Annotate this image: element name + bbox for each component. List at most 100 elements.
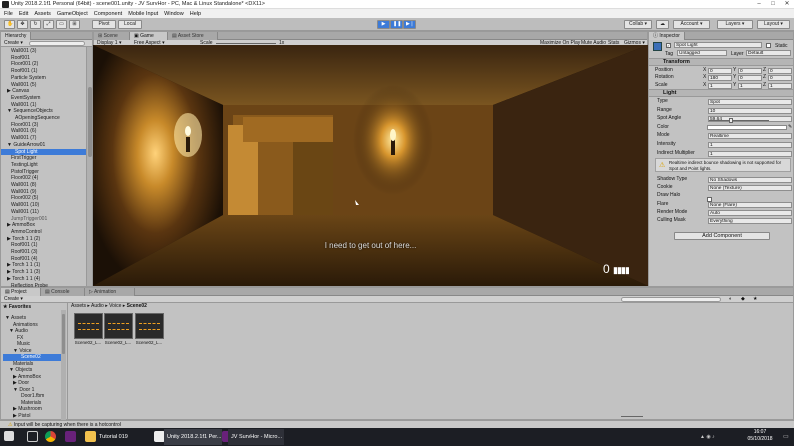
step-button[interactable]: ▶❘: [403, 20, 416, 29]
spot-angle-handle[interactable]: [729, 118, 733, 123]
play-button[interactable]: ▶: [377, 20, 390, 29]
hierarchy-item[interactable]: Wall001 (5): [1, 82, 86, 89]
hierarchy-search-input[interactable]: [29, 41, 85, 46]
tab-scene[interactable]: ⊞ Scene: [94, 32, 130, 40]
menu-window[interactable]: Window: [164, 11, 184, 17]
filter-label-icon[interactable]: ◆: [741, 296, 745, 303]
static-checkbox[interactable]: [766, 43, 771, 48]
hierarchy-item[interactable]: Wall001 (7): [1, 135, 86, 142]
hierarchy-item[interactable]: ▶ AmmoBox: [1, 222, 86, 229]
project-create-button[interactable]: Create ▾: [4, 296, 23, 302]
hierarchy-item[interactable]: ▶ Torch 1 1 (2): [1, 236, 86, 243]
audio-asset-tile[interactable]: [104, 313, 133, 339]
hierarchy-item[interactable]: Floor002 (5): [1, 195, 86, 202]
transform-z-input[interactable]: 0: [768, 68, 792, 74]
layer-dropdown[interactable]: Default: [746, 50, 791, 56]
property-value[interactable]: 1: [708, 150, 792, 157]
color-swatch[interactable]: [707, 125, 787, 130]
property-value[interactable]: Auto: [708, 209, 792, 216]
hierarchy-item[interactable]: ▶ Torch 1 1 (1): [1, 262, 86, 269]
tab-animation[interactable]: ▷ Animation: [85, 288, 135, 296]
transform-y-input[interactable]: 1: [738, 82, 762, 89]
favorite-star-icon[interactable]: ★: [753, 296, 757, 303]
color-picker-icon[interactable]: ✎: [788, 124, 792, 130]
hierarchy-scroll-thumb[interactable]: [88, 87, 92, 157]
spot-angle-slider[interactable]: [709, 120, 769, 121]
hierarchy-item[interactable]: Wall001 (10): [1, 202, 86, 209]
light-header[interactable]: Light: [649, 89, 793, 97]
hierarchy-item[interactable]: ▼ GuideArrow01: [1, 142, 86, 149]
add-component-button[interactable]: Add Component: [674, 232, 770, 240]
hierarchy-item[interactable]: ▶ Torch 1 1 (3): [1, 269, 86, 276]
hierarchy-item[interactable]: Roof001 (1): [1, 68, 86, 75]
breadcrumb-assets[interactable]: Assets: [71, 303, 86, 309]
transform-z-input[interactable]: 1: [768, 82, 792, 89]
pivot-toggle[interactable]: Pivot: [92, 20, 116, 29]
hierarchy-item[interactable]: Roof001: [1, 55, 86, 62]
hierarchy-item[interactable]: Wall001 (1): [1, 102, 86, 109]
breadcrumb-scene02[interactable]: Scene02: [127, 303, 147, 309]
rotate-tool-icon[interactable]: ↻: [30, 20, 41, 29]
hierarchy-item[interactable]: AmmoControl: [1, 229, 86, 236]
scale-slider[interactable]: [216, 43, 276, 44]
start-windows-icon[interactable]: [4, 431, 14, 441]
hierarchy-item[interactable]: Wall001 (3): [1, 48, 86, 55]
hierarchy-item[interactable]: Floor001 (3): [1, 122, 86, 129]
hierarchy-item[interactable]: Wall001 (9): [1, 189, 86, 196]
property-value[interactable]: None (Texture): [708, 185, 792, 192]
project-tree-scroll-thumb[interactable]: [62, 314, 65, 354]
account-dropdown[interactable]: Account ▾: [673, 20, 710, 29]
maximize-icon[interactable]: □: [766, 0, 780, 9]
hierarchy-item[interactable]: TestingLight: [1, 162, 86, 169]
notifications-icon[interactable]: ▭: [783, 433, 789, 440]
pause-button[interactable]: ❚❚: [390, 20, 403, 29]
filter-type-icon[interactable]: ◐: [729, 296, 732, 303]
layout-dropdown[interactable]: Layout ▾: [757, 20, 790, 29]
rect-tool-icon[interactable]: ▭: [56, 20, 67, 29]
breadcrumb-voice[interactable]: Voice: [109, 303, 121, 309]
hierarchy-item[interactable]: EventSystem: [1, 95, 86, 102]
hierarchy-item[interactable]: Floor002 (4): [1, 175, 86, 182]
property-value[interactable]: Everything: [708, 218, 792, 224]
hierarchy-item[interactable]: PistolTrigger: [1, 169, 86, 176]
transform-y-input[interactable]: 0: [738, 75, 762, 82]
file-explorer-icon[interactable]: [85, 431, 96, 442]
taskbar-item-unity[interactable]: Unity 2018.2.1f1 Per...: [164, 429, 222, 445]
tab-project[interactable]: ▤ Project: [1, 288, 41, 296]
scale-tool-icon[interactable]: ⤢: [43, 20, 54, 29]
hierarchy-item[interactable]: ▶ Torch 1 1 (4): [1, 276, 86, 283]
property-value[interactable]: Realtime: [708, 133, 792, 140]
active-checkbox[interactable]: ✓: [666, 43, 671, 48]
project-folder-item[interactable]: ▶ Pistol: [3, 413, 61, 420]
property-value[interactable]: Spot: [708, 99, 792, 105]
menu-assets[interactable]: Assets: [34, 11, 51, 17]
move-tool-icon[interactable]: ✥: [17, 20, 28, 29]
transform-x-input[interactable]: 1: [708, 82, 732, 89]
hierarchy-item[interactable]: Roof001 (3): [1, 249, 86, 256]
game-view[interactable]: I need to get out of here... 0 ▮▮▮▮: [93, 45, 648, 286]
hierarchy-item[interactable]: ▶ Canvas: [1, 88, 86, 95]
transform-tool-icon[interactable]: ⊞: [69, 20, 80, 29]
hierarchy-item[interactable]: Wall001 (6): [1, 128, 86, 135]
menu-component[interactable]: Component: [94, 11, 122, 17]
clock[interactable]: 16:07 05/10/2018: [740, 429, 780, 443]
property-value[interactable]: None (Flare): [708, 201, 792, 208]
object-name-input[interactable]: Spot Light: [674, 42, 762, 48]
hierarchy-item[interactable]: Roof001 (1): [1, 242, 86, 249]
draw-halo-checkbox[interactable]: [707, 197, 712, 202]
transform-x-input[interactable]: 180: [708, 75, 732, 82]
favorites-section[interactable]: ★ Favorites: [3, 304, 31, 310]
collab-dropdown[interactable]: Collab ▾: [624, 20, 652, 29]
task-view-icon[interactable]: [27, 431, 38, 442]
tag-dropdown[interactable]: Untagged: [677, 50, 727, 56]
hierarchy-scrollbar[interactable]: [86, 47, 92, 286]
audio-asset-tile[interactable]: [135, 313, 164, 339]
hierarchy-item[interactable]: AOpeningSequence: [1, 115, 86, 122]
property-value[interactable]: 10: [708, 107, 792, 114]
hierarchy-item[interactable]: Spot Light: [1, 148, 86, 156]
project-search-input[interactable]: [621, 297, 721, 302]
menu-gameobject[interactable]: GameObject: [57, 11, 88, 17]
hierarchy-item[interactable]: Wall001 (11): [1, 209, 86, 216]
hierarchy-item[interactable]: Floor001 (2): [1, 61, 86, 68]
property-value[interactable]: No Shadows: [708, 177, 792, 183]
